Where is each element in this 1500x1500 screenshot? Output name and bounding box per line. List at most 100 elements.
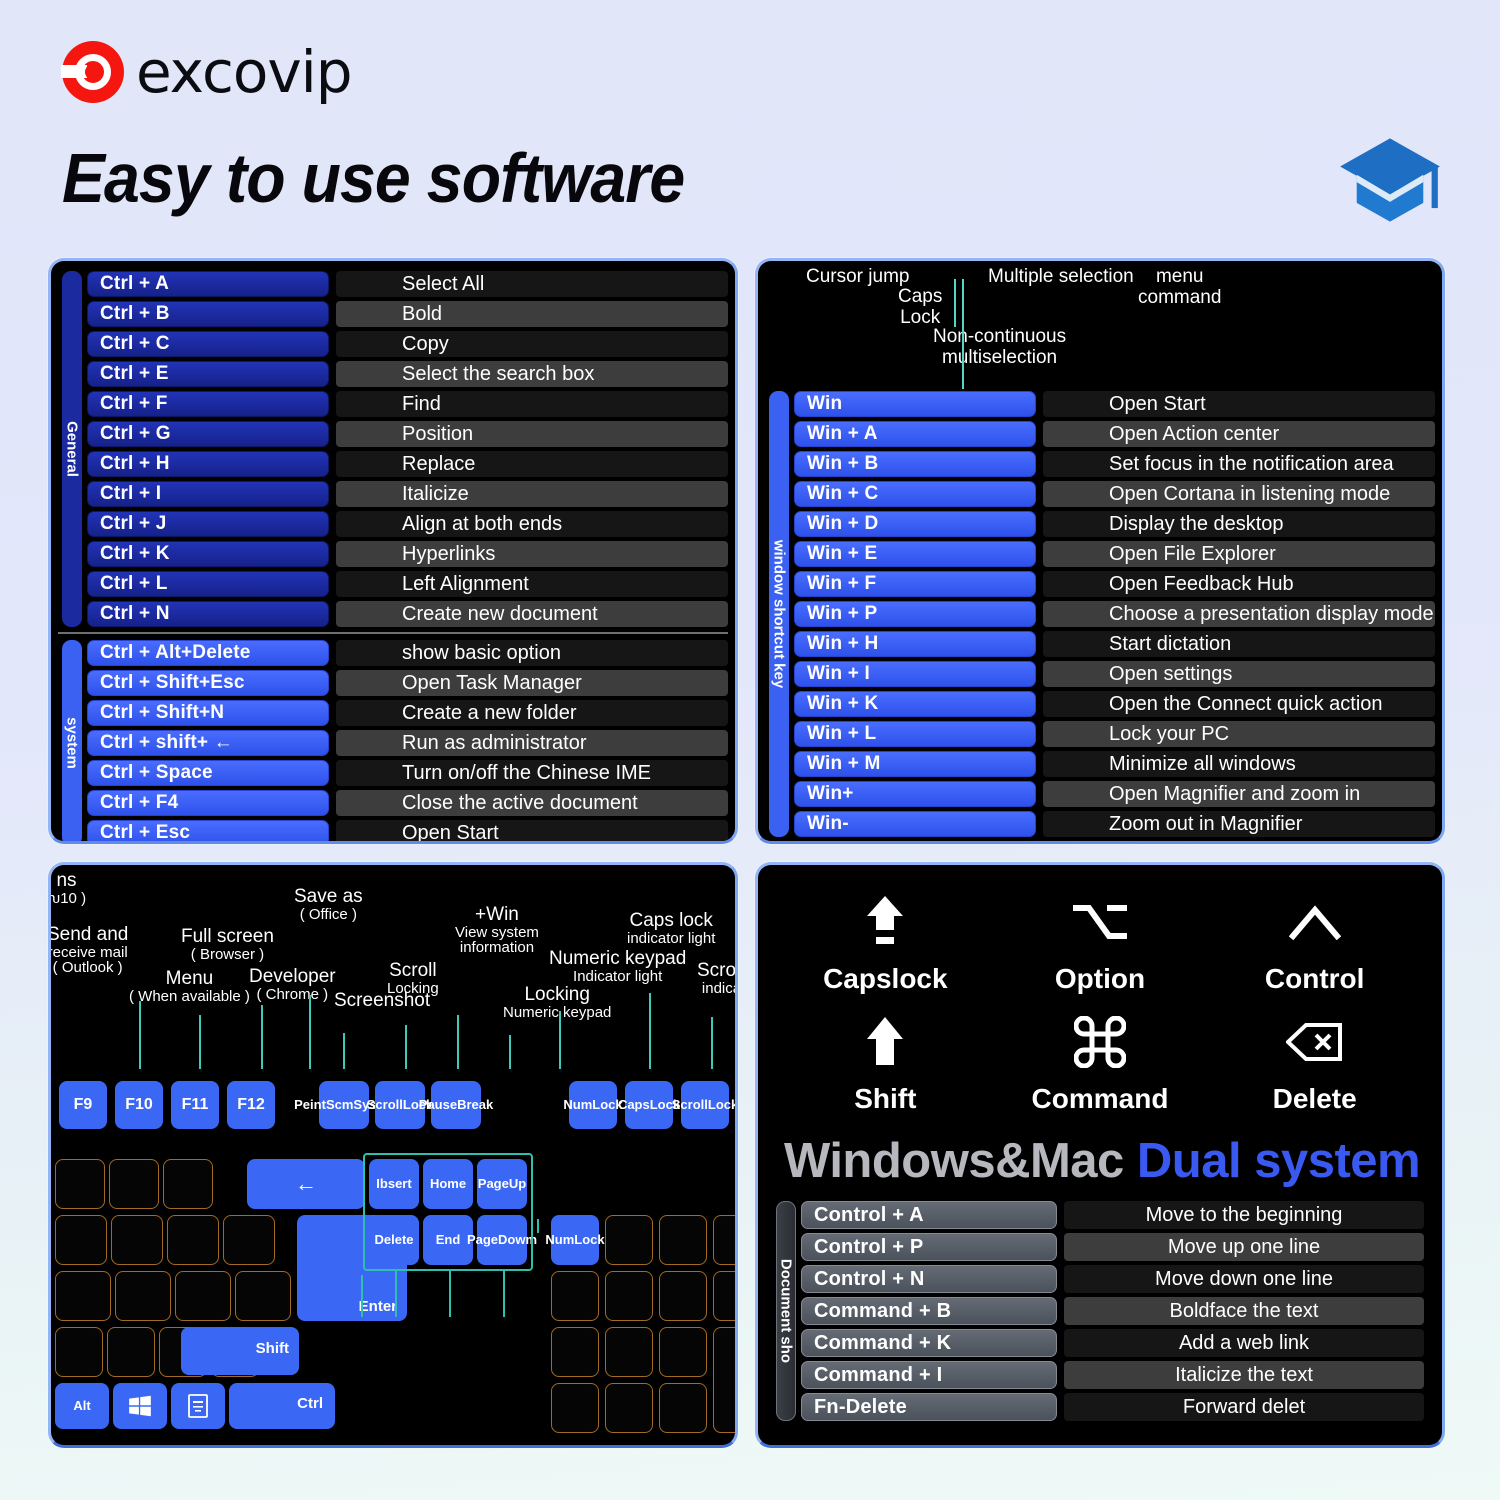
table-row[interactable]: Ctrl + F Find: [87, 389, 728, 419]
keyboard-key[interactable]: [551, 1383, 599, 1433]
graduation-cap-icon: [1340, 138, 1440, 222]
keyboard-key[interactable]: [175, 1271, 231, 1321]
table-row[interactable]: Win + F Open Feedback Hub: [794, 569, 1435, 599]
table-row[interactable]: Win Open Start: [794, 389, 1435, 419]
keyboard-key[interactable]: [605, 1271, 653, 1321]
table-row[interactable]: Win + E Open File Explorer: [794, 539, 1435, 569]
table-row[interactable]: Ctrl + C Copy: [87, 329, 728, 359]
table-row[interactable]: Ctrl + Esc Open Start: [87, 818, 728, 841]
keyboard-key[interactable]: [659, 1327, 707, 1377]
table-row[interactable]: Ctrl + shift+ ← Run as administrator: [87, 728, 728, 758]
keyboard-key-highlighted[interactable]: Peint Scm SysRp: [294, 1081, 394, 1129]
keyboard-key[interactable]: [111, 1215, 163, 1265]
shortcut-key-chip: Ctrl + C: [87, 331, 329, 357]
keyboard-key-highlighted[interactable]: Num Lock: [563, 1081, 623, 1129]
table-row[interactable]: Ctrl + H Replace: [87, 449, 728, 479]
keyboard-key[interactable]: [713, 1271, 735, 1321]
shortcut-description: Open settings: [1043, 661, 1435, 687]
table-row[interactable]: Ctrl + Shift+Esc Open Task Manager: [87, 668, 728, 698]
keyboard-key-highlighted[interactable]: Num Lock: [545, 1215, 605, 1265]
table-row[interactable]: Ctrl + G Position: [87, 419, 728, 449]
keyboard-key[interactable]: [55, 1159, 105, 1209]
keyboard-key[interactable]: [223, 1215, 275, 1265]
table-row[interactable]: Ctrl + L Left Alignment: [87, 569, 728, 599]
table-row[interactable]: Ctrl + N Create new document: [87, 599, 728, 629]
keyboard-key-highlighted[interactable]: F9: [59, 1081, 107, 1129]
windows-logo-icon[interactable]: [113, 1383, 167, 1429]
table-row[interactable]: Ctrl + Alt+Delete show basic option: [87, 638, 728, 668]
keyboard-key[interactable]: [659, 1215, 707, 1265]
keyboard-key[interactable]: [713, 1327, 735, 1433]
keyboard-key-highlighted[interactable]: F12: [227, 1081, 275, 1129]
callout-leader-line: [261, 1005, 263, 1069]
keyboard-key-highlighted[interactable]: Ctrl: [229, 1383, 335, 1429]
table-row[interactable]: Win + H Start dictation: [794, 629, 1435, 659]
table-row[interactable]: Command + K Add a web link: [801, 1327, 1424, 1359]
keyboard-key[interactable]: [659, 1271, 707, 1321]
general-shortcuts-panel: General Ctrl + A Select All Ctrl + B Bold Ct…: [48, 258, 738, 844]
keyboard-key[interactable]: [659, 1383, 707, 1433]
key-leader-line: [537, 1219, 539, 1233]
menu-key-icon[interactable]: [171, 1383, 225, 1429]
keyboard-key[interactable]: [235, 1271, 291, 1321]
keyboard-callout-label: Locking Numeric keypad: [503, 984, 612, 1021]
keyboard-key[interactable]: [115, 1271, 171, 1321]
keyboard-key[interactable]: [55, 1215, 107, 1265]
keyboard-key-highlighted[interactable]: Scroll Lock: [672, 1081, 735, 1129]
keyboard-key[interactable]: [167, 1215, 219, 1265]
table-row[interactable]: Win+ Open Magnifier and zoom in: [794, 779, 1435, 809]
keyboard-key-highlighted[interactable]: Alt: [55, 1383, 109, 1429]
keyboard-callout-labels: ns ƕ10 ) Send and receive mail( Outlook ) Me…: [51, 865, 735, 1069]
keyboard-key[interactable]: [605, 1327, 653, 1377]
table-row[interactable]: Command + I Italicize the text: [801, 1359, 1424, 1391]
shortcut-key-chip: Command + K: [801, 1329, 1057, 1357]
table-row[interactable]: Control + P Move up one line: [801, 1231, 1424, 1263]
table-row[interactable]: Ctrl + Space Turn on/off the Chinese IME: [87, 758, 728, 788]
table-row[interactable]: Ctrl + F4 Close the active document: [87, 788, 728, 818]
table-row[interactable]: Ctrl + J Align at both ends: [87, 509, 728, 539]
table-row[interactable]: Fn-Delete Forward delet: [801, 1391, 1424, 1423]
keyboard-key[interactable]: [109, 1159, 159, 1209]
table-row[interactable]: Ctrl + Shift+N Create a new folder: [87, 698, 728, 728]
keyboard-key[interactable]: [55, 1327, 103, 1377]
keyboard-key-highlighted[interactable]: Caps Lock: [618, 1081, 680, 1129]
table-row[interactable]: Command + B Boldface the text: [801, 1295, 1424, 1327]
shortcut-description: show basic option: [336, 640, 728, 666]
table-row[interactable]: Win + D Display the desktop: [794, 509, 1435, 539]
keyboard-key[interactable]: [163, 1159, 213, 1209]
callout-leader-line: [954, 279, 956, 327]
keyboard-callout-label: ns ƕ10 ): [48, 870, 87, 907]
keyboard-key[interactable]: [713, 1215, 735, 1265]
table-row[interactable]: Win + B Set focus in the notification are…: [794, 449, 1435, 479]
table-row[interactable]: Ctrl + K Hyperlinks: [87, 539, 728, 569]
table-row[interactable]: Ctrl + B Bold: [87, 299, 728, 329]
table-row[interactable]: Win + I Open settings: [794, 659, 1435, 689]
table-row[interactable]: Ctrl + E Select the search box: [87, 359, 728, 389]
table-row[interactable]: Win + A Open Action center: [794, 419, 1435, 449]
keyboard-key[interactable]: [551, 1327, 599, 1377]
table-row[interactable]: Win + C Open Cortana in listening mode: [794, 479, 1435, 509]
table-row[interactable]: Control + A Move to the beginning: [801, 1199, 1424, 1231]
keyboard-key-highlighted[interactable]: ←: [247, 1159, 365, 1209]
keyboard-key-highlighted[interactable]: Shift: [181, 1327, 299, 1375]
table-row[interactable]: Control + N Move down one line: [801, 1263, 1424, 1295]
shortcut-description: Forward delet: [1064, 1393, 1424, 1421]
keyboard-key-highlighted[interactable]: F10: [115, 1081, 163, 1129]
table-row[interactable]: Win + M Minimize all windows: [794, 749, 1435, 779]
keyboard-key[interactable]: [605, 1383, 653, 1433]
keyboard-key[interactable]: [551, 1271, 599, 1321]
keyboard-key-highlighted[interactable]: Scroll Lock: [367, 1081, 433, 1129]
keyboard-key-highlighted[interactable]: Pause Break: [419, 1081, 493, 1129]
keyboard-key[interactable]: [107, 1327, 155, 1377]
table-row[interactable]: Ctrl + I Italicize: [87, 479, 728, 509]
shortcut-key-chip: Win + K: [794, 691, 1036, 717]
table-row[interactable]: Win- Zoom out in Magnifier: [794, 809, 1435, 839]
table-row[interactable]: Win + K Open the Connect quick action: [794, 689, 1435, 719]
keyboard-callout-label: Scroll Locking: [387, 960, 439, 997]
keyboard-key-highlighted[interactable]: F11: [171, 1081, 219, 1129]
table-row[interactable]: Win + P Choose a presentation display mod…: [794, 599, 1435, 629]
table-row[interactable]: Win + L Lock your PC: [794, 719, 1435, 749]
keyboard-key[interactable]: [605, 1215, 653, 1265]
keyboard-key[interactable]: [55, 1271, 111, 1321]
table-row[interactable]: Ctrl + A Select All: [87, 269, 728, 299]
